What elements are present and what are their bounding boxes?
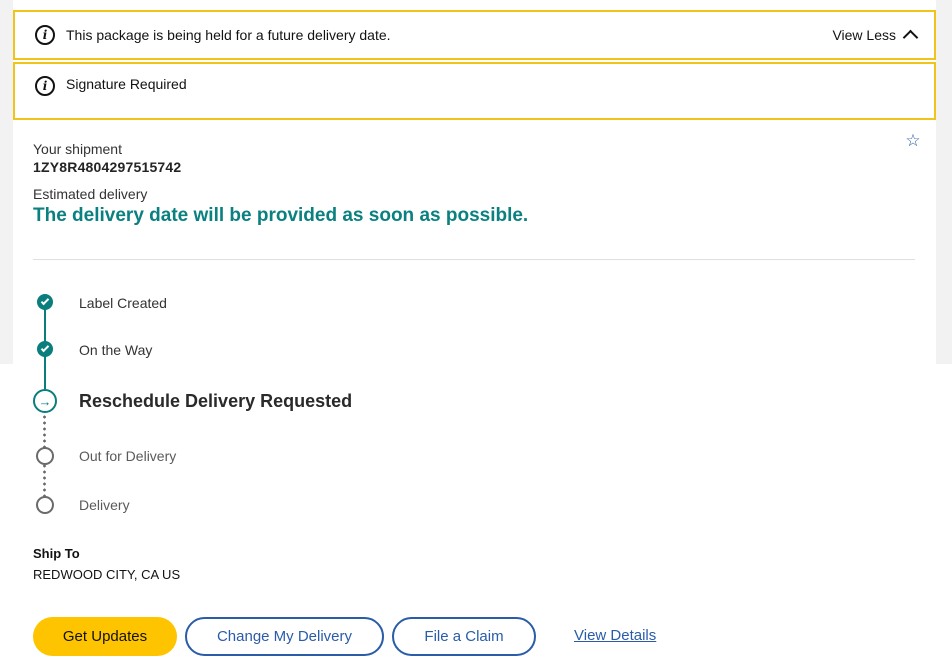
future-delivery-alert: i This package is being held for a futur… — [13, 10, 936, 60]
check-icon — [40, 343, 50, 353]
check-icon — [40, 296, 50, 306]
get-updates-button[interactable]: Get Updates — [33, 617, 177, 656]
future-delivery-alert-text: This package is being held for a future … — [66, 27, 391, 43]
step-future-marker — [36, 447, 54, 465]
progress-line-done — [44, 353, 46, 389]
your-shipment-label: Your shipment — [33, 141, 122, 157]
signature-alert: i Signature Required — [13, 62, 936, 120]
estimated-delivery-label: Estimated delivery — [33, 186, 148, 202]
ship-to-value: REDWOOD CITY, CA US — [33, 567, 181, 582]
step-reschedule-requested: Reschedule Delivery Requested — [79, 391, 353, 411]
tracking-number: 1ZY8R4804297515742 — [33, 159, 182, 175]
estimated-delivery-value: The delivery date will be provided as so… — [33, 205, 529, 226]
change-my-delivery-button[interactable]: Change My Delivery — [185, 617, 384, 656]
progress-line-future — [43, 414, 46, 448]
file-a-claim-button[interactable]: File a Claim — [392, 617, 536, 656]
step-done-marker — [37, 341, 53, 357]
step-delivery: Delivery — [79, 497, 130, 513]
step-done-marker — [37, 294, 53, 310]
arrow-right-icon: → — [33, 389, 57, 413]
star-outline-icon[interactable]: ☆ — [904, 132, 922, 150]
progress-line-done — [44, 306, 46, 346]
step-future-marker — [36, 496, 54, 514]
view-less-label: View Less — [832, 27, 896, 43]
step-out-for-delivery: Out for Delivery — [79, 448, 177, 464]
view-less-button[interactable]: View Less — [832, 27, 919, 46]
signature-alert-text: Signature Required — [66, 76, 187, 92]
ship-to-title: Ship To — [33, 546, 80, 561]
step-label-created: Label Created — [79, 295, 167, 311]
progress-line-future — [43, 463, 46, 497]
view-details-link[interactable]: View Details — [574, 627, 656, 644]
info-icon: i — [35, 25, 55, 45]
divider — [33, 259, 915, 260]
step-on-the-way: On the Way — [79, 342, 153, 358]
chevron-up-icon — [902, 29, 919, 46]
info-icon: i — [35, 76, 55, 96]
